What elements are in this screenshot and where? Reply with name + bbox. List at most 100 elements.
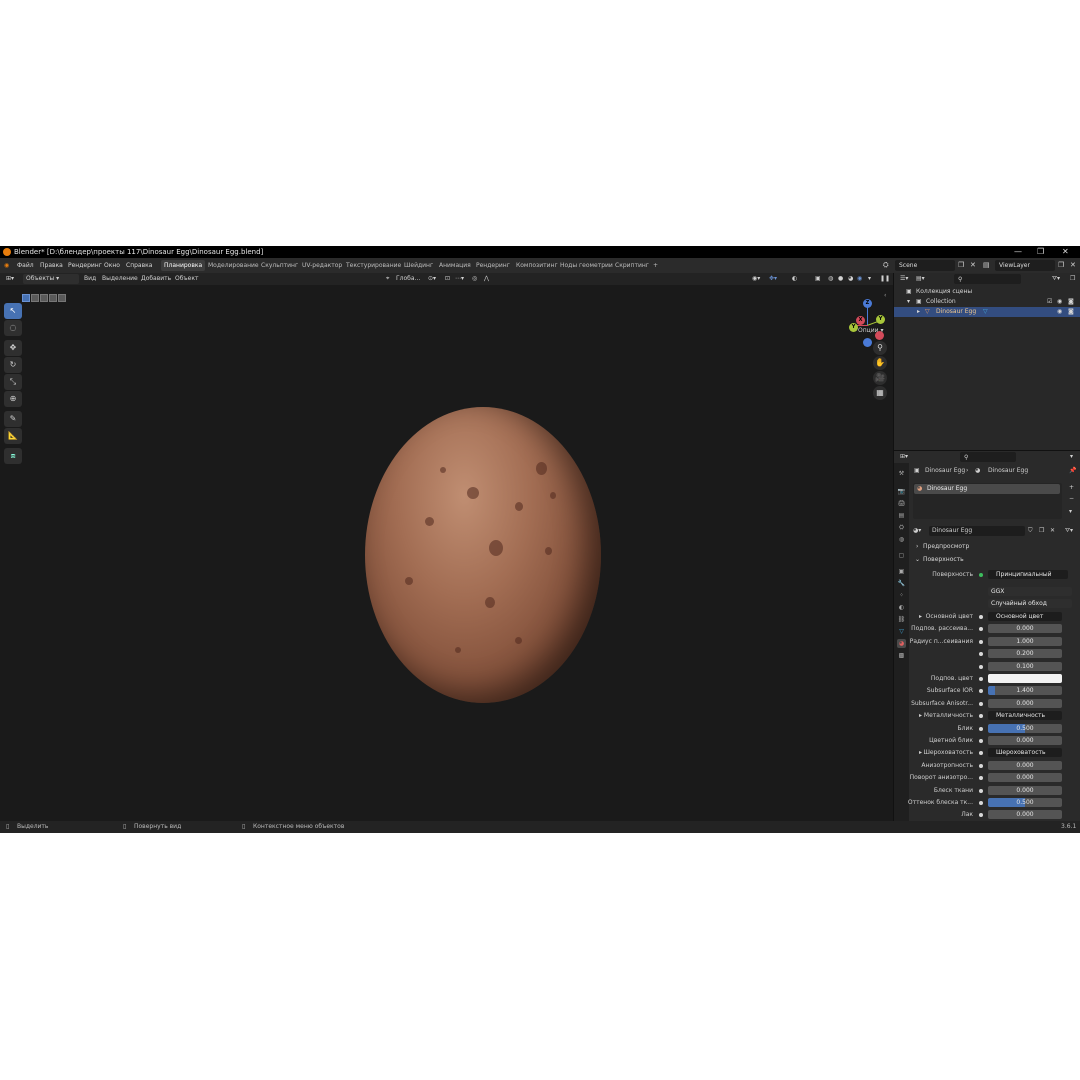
tab-modeling[interactable]: Моделирование	[205, 260, 262, 271]
object-visibility-eye-icon[interactable]: ◉	[1057, 307, 1062, 317]
slot-specials-icon[interactable]: ▾	[1069, 507, 1072, 517]
scene-tab-icon[interactable]: ⛭	[897, 523, 906, 532]
cursor-tool-icon[interactable]: ◌	[4, 320, 22, 336]
shading-rendered-icon[interactable]: ◉	[857, 274, 862, 284]
modifiers-tab-icon[interactable]: 🔧	[897, 579, 906, 588]
linked-texture-field[interactable]: Основной цвет	[988, 612, 1062, 621]
number-slider[interactable]: 1.400	[988, 686, 1062, 695]
gizmo-neg-z-handle[interactable]	[863, 338, 872, 347]
tab-shading[interactable]: Шейдинг	[401, 260, 436, 271]
transform-orientation-selector[interactable]: Глоба...	[396, 274, 420, 284]
object-data-tab-icon[interactable]: ▽	[897, 627, 906, 636]
menu-add[interactable]: Добавить	[141, 274, 171, 284]
menu-render[interactable]: Рендеринг	[68, 258, 102, 273]
panel-surface-header[interactable]: ⌄ Поверхность	[909, 554, 1080, 566]
gizmo-z-handle[interactable]: Z	[863, 299, 872, 308]
transform-tool-icon[interactable]: ⊕	[4, 391, 22, 407]
move-tool-icon[interactable]: ✥	[4, 340, 22, 356]
input-socket-icon[interactable]	[979, 702, 983, 706]
exclude-checkbox-icon[interactable]: ☑	[1047, 297, 1052, 307]
link-type-icon[interactable]: ⛛▾	[1065, 525, 1073, 537]
menu-window[interactable]: Окно	[104, 258, 120, 273]
tab-uv-editing[interactable]: UV-редактор	[299, 260, 345, 271]
menu-file[interactable]: Файл	[17, 258, 34, 273]
menu-view[interactable]: Вид	[84, 274, 96, 284]
input-socket-icon[interactable]	[979, 813, 983, 817]
add-cube-tool-icon[interactable]: ⧈	[4, 448, 22, 464]
input-socket-icon[interactable]	[979, 640, 983, 644]
menu-select[interactable]: Выделение	[102, 274, 138, 284]
options-dropdown[interactable]: Опции ▾	[858, 327, 883, 334]
add-slot-button[interactable]: +	[1069, 483, 1074, 493]
shading-wireframe-icon[interactable]: ◍	[828, 274, 833, 284]
xray-icon[interactable]: ▣	[815, 274, 821, 284]
proportional-edit-icon[interactable]: ◎	[472, 274, 477, 284]
add-workspace-button[interactable]: +	[650, 260, 661, 271]
tab-geometry-nodes[interactable]: Ноды геометрии	[557, 260, 616, 271]
input-socket-icon[interactable]	[979, 789, 983, 793]
menu-object[interactable]: Объект	[175, 274, 198, 284]
input-socket-icon[interactable]	[979, 714, 983, 718]
select-box-tool-icon[interactable]: ↖	[4, 303, 22, 319]
tab-animation[interactable]: Анимация	[436, 260, 474, 271]
input-socket-icon[interactable]	[979, 727, 983, 731]
new-viewlayer-icon[interactable]: ❐	[1058, 258, 1064, 273]
tool-tab-icon[interactable]: ⚒	[897, 469, 906, 478]
linked-texture-field[interactable]: Шероховатость	[988, 748, 1062, 757]
new-scene-icon[interactable]: ❐	[958, 258, 964, 273]
tab-compositing[interactable]: Композитинг	[513, 260, 561, 271]
render-camera-icon[interactable]: ◙	[1068, 297, 1074, 307]
remove-slot-button[interactable]: −	[1069, 494, 1074, 504]
expand-arrow-icon[interactable]: ▸	[917, 307, 920, 317]
gizmo-y-handle[interactable]: Y	[876, 315, 885, 324]
number-slider[interactable]: 0.000	[988, 810, 1062, 819]
input-socket-icon[interactable]	[979, 751, 983, 755]
outliner-search-input[interactable]: ⚲	[954, 274, 1021, 284]
new-collection-icon[interactable]: ❐	[1070, 274, 1075, 284]
measure-tool-icon[interactable]: 📐	[4, 428, 22, 444]
annotate-tool-icon[interactable]: ✎	[4, 411, 22, 427]
scene-selector[interactable]: Scene	[895, 260, 955, 271]
gizmo-x-handle[interactable]: X	[856, 316, 865, 325]
navigation-gizmo[interactable]: Z Y X Y	[846, 299, 890, 347]
shading-solid-icon[interactable]: ●	[838, 274, 843, 284]
expand-input-arrow-icon[interactable]: ▸	[919, 747, 922, 759]
shading-material-icon[interactable]: ◕	[848, 274, 853, 284]
remove-scene-icon[interactable]: ✕	[970, 258, 976, 273]
tab-scripting[interactable]: Скриптинг	[612, 260, 652, 271]
number-slider[interactable]: 0.200	[988, 649, 1062, 658]
number-slider[interactable]: 0.100	[988, 662, 1062, 671]
number-slider[interactable]: 0.000	[988, 624, 1062, 633]
material-name-input[interactable]: Dinosaur Egg	[929, 526, 1025, 536]
camera-view-icon[interactable]: 🎥	[873, 371, 887, 385]
editor-type-icon[interactable]: ⊞▾	[6, 274, 14, 284]
select-mode-intersect-icon[interactable]	[58, 294, 66, 302]
tab-texture-paint[interactable]: Текстурирование	[343, 260, 404, 271]
viewlayer-selector[interactable]: ViewLayer	[995, 260, 1055, 271]
3d-viewport[interactable]: ↖ ◌ ✥ ↻ ⤡ ⊕ ✎ 📐 ⧈ Z Y X Y ⚲ ✋ 🎥 ▦ ‹ Опци…	[0, 285, 893, 821]
pin-icon[interactable]: 📌	[1069, 465, 1076, 477]
zoom-icon[interactable]: ⚲	[873, 341, 887, 355]
distribution-dropdown[interactable]: GGX	[988, 587, 1072, 596]
material-slot-item[interactable]: ◕ Dinosaur Egg	[914, 484, 1060, 494]
linked-texture-field[interactable]: Металличность	[988, 711, 1062, 720]
blender-menu-icon[interactable]: ◉	[4, 258, 9, 273]
select-mode-set-icon[interactable]	[22, 294, 30, 302]
material-slot-list[interactable]: ◕ Dinosaur Egg	[913, 483, 1062, 519]
gizmo-neg-y-handle[interactable]: Y	[849, 323, 858, 332]
input-socket-icon[interactable]	[979, 652, 983, 656]
outliner-filter-icon[interactable]: ⛛▾	[1052, 274, 1060, 284]
input-socket-icon[interactable]	[979, 665, 983, 669]
outliner-display-mode-icon[interactable]: ▤▾	[916, 274, 925, 284]
surface-shader-field[interactable]: Принципиальный BSDF	[988, 570, 1068, 579]
render-tab-icon[interactable]: 📷	[897, 487, 906, 496]
browse-material-icon[interactable]: ◕▾	[913, 525, 921, 537]
material-tab-icon[interactable]: ◕	[897, 639, 906, 648]
number-slider[interactable]: 1.000	[988, 637, 1062, 646]
fake-user-icon[interactable]: ⛉	[1028, 525, 1033, 537]
input-socket-icon[interactable]	[979, 689, 983, 693]
menu-edit[interactable]: Правка	[40, 258, 63, 273]
remove-viewlayer-icon[interactable]: ✕	[1070, 258, 1076, 273]
texture-tab-icon[interactable]: ▩	[897, 651, 906, 660]
properties-search-input[interactable]: ⚲	[960, 452, 1016, 462]
